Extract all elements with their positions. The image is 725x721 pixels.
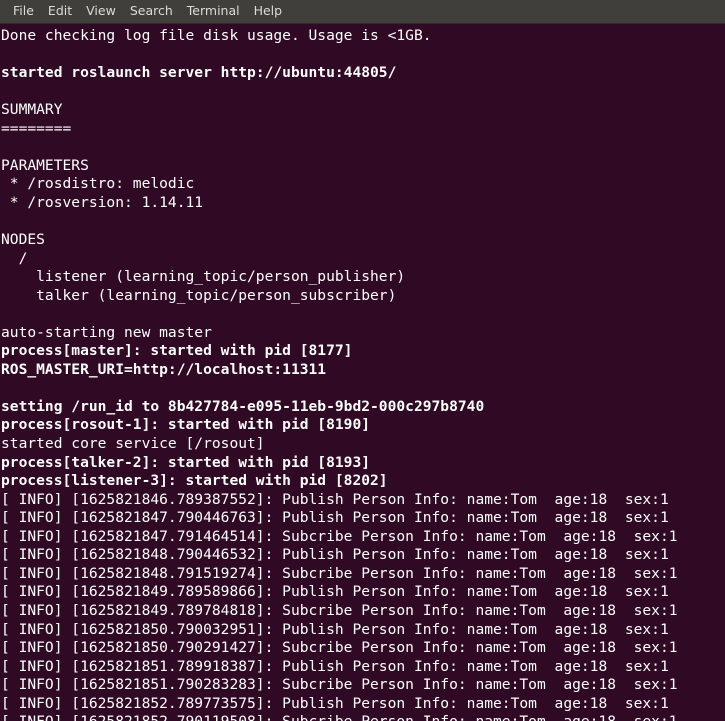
menu-item-help[interactable]: Help: [247, 2, 290, 21]
terminal-line: process[talker-2]: started with pid [819…: [1, 453, 371, 471]
terminal-output[interactable]: Done checking log file disk usage. Usage…: [0, 24, 725, 721]
terminal-line: [ INFO] [1625821848.790446532]: Publish …: [1, 546, 669, 564]
menu-item-view[interactable]: View: [79, 2, 123, 21]
terminal-line: listener (learning_topic/person_publishe…: [1, 268, 406, 286]
terminal-line: [ INFO] [1625821849.789784818]: Subcribe…: [1, 601, 678, 619]
terminal-line: [ INFO] [1625821850.790032951]: Publish …: [1, 620, 669, 638]
menu-item-file[interactable]: File: [6, 2, 41, 21]
terminal-window: File Edit View Search Terminal Help Done…: [0, 0, 725, 721]
menu-item-terminal[interactable]: Terminal: [180, 2, 247, 21]
terminal-line: Done checking log file disk usage. Usage…: [1, 27, 432, 44]
terminal-line: process[rosout-1]: started with pid [819…: [1, 416, 371, 434]
terminal-line: [ INFO] [1625821849.789589866]: Publish …: [1, 583, 669, 601]
terminal-line: auto-starting new master: [1, 323, 212, 341]
terminal-line: [ INFO] [1625821846.789387552]: Publish …: [1, 490, 669, 508]
terminal-line: process[listener-3]: started with pid [8…: [1, 472, 388, 490]
terminal-line: [ INFO] [1625821851.790283283]: Subcribe…: [1, 676, 678, 694]
terminal-line: ========: [1, 119, 72, 137]
terminal-line: [ INFO] [1625821847.790446763]: Publish …: [1, 509, 669, 527]
terminal-line: started roslaunch server http://ubuntu:4…: [1, 64, 397, 82]
terminal-line: * /rosversion: 1.14.11: [1, 193, 204, 211]
menu-item-edit[interactable]: Edit: [41, 2, 79, 21]
terminal-line: SUMMARY: [1, 101, 63, 119]
menu-bar: File Edit View Search Terminal Help: [0, 0, 725, 24]
terminal-line: setting /run_id to 8b427784-e095-11eb-9b…: [1, 397, 485, 415]
terminal-line: [ INFO] [1625821850.790291427]: Subcribe…: [1, 639, 678, 657]
terminal-line: /: [1, 249, 28, 267]
terminal-line: [ INFO] [1625821847.791464514]: Subcribe…: [1, 527, 678, 545]
menu-item-search[interactable]: Search: [123, 2, 180, 21]
terminal-line: [ INFO] [1625821848.791519274]: Subcribe…: [1, 564, 678, 582]
terminal-line: [ INFO] [1625821852.789773575]: Publish …: [1, 694, 669, 712]
terminal-line: * /rosdistro: melodic: [1, 175, 195, 193]
terminal-line: [ INFO] [1625821852.790119508]: Subcribe…: [1, 713, 725, 721]
terminal-line: PARAMETERS: [1, 156, 89, 174]
terminal-line: talker (learning_topic/person_subscriber…: [1, 286, 397, 304]
terminal-line: process[master]: started with pid [8177]: [1, 342, 353, 360]
terminal-line: started core service [/rosout]: [1, 435, 265, 453]
terminal-line: NODES: [1, 231, 45, 249]
terminal-line: [ INFO] [1625821851.789918387]: Publish …: [1, 657, 669, 675]
terminal-line: ROS_MASTER_URI=http://localhost:11311: [1, 360, 327, 378]
